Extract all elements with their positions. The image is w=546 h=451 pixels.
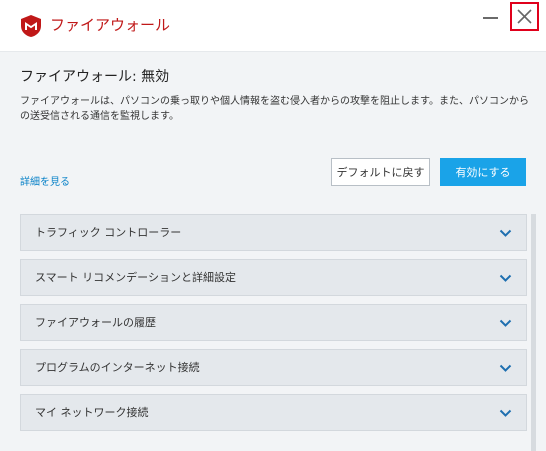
- section-smart-recommendations[interactable]: スマート リコメンデーションと詳細設定: [20, 259, 527, 296]
- section-label: プログラムのインターネット接続: [35, 361, 200, 374]
- chevron-down-icon: [499, 229, 512, 237]
- restore-defaults-button[interactable]: デフォルトに戻す: [331, 158, 430, 186]
- scrollbar[interactable]: [531, 214, 536, 451]
- description-text: ファイアウォールは、パソコンの乗っ取りや個人情報を盗む侵入者からの攻撃を阻止しま…: [20, 96, 529, 122]
- section-label: ファイアウォールの履歴: [35, 316, 156, 329]
- section-program-connections[interactable]: プログラムのインターネット接続: [20, 349, 527, 386]
- window-title: ファイアウォール: [50, 16, 171, 34]
- details-link[interactable]: 詳細を見る: [20, 173, 70, 188]
- enable-button[interactable]: 有効にする: [440, 158, 526, 186]
- close-icon[interactable]: [510, 2, 539, 31]
- chevron-down-icon: [499, 319, 512, 327]
- section-firewall-history[interactable]: ファイアウォールの履歴: [20, 304, 527, 341]
- minimize-icon[interactable]: [480, 6, 502, 28]
- section-label: スマート リコメンデーションと詳細設定: [35, 271, 236, 284]
- section-label: トラフィック コントローラー: [35, 226, 182, 239]
- chevron-down-icon: [499, 364, 512, 372]
- chevron-down-icon: [499, 409, 512, 417]
- chevron-down-icon: [499, 274, 512, 282]
- shield-logo-icon: [19, 14, 43, 38]
- section-label: マイ ネットワーク接続: [35, 406, 149, 419]
- settings-accordion: トラフィック コントローラー スマート リコメンデーションと詳細設定 ファイアウ…: [20, 214, 527, 439]
- main-content: ファイアウォール: 無効 ファイアウォールは、パソコンの乗っ取りや個人情報を盗む…: [0, 52, 546, 451]
- section-traffic-controller[interactable]: トラフィック コントローラー: [20, 214, 527, 251]
- section-my-network-connections[interactable]: マイ ネットワーク接続: [20, 394, 527, 431]
- page-title: ファイアウォール: 無効: [20, 69, 170, 85]
- title-bar: ファイアウォール: [0, 0, 546, 52]
